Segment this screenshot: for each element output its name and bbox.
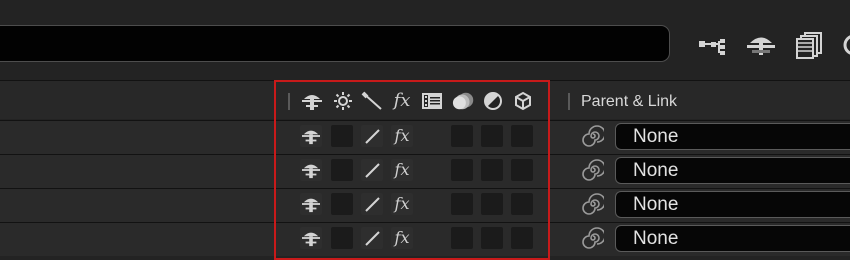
adjustment-layer-icon	[482, 90, 504, 112]
adjustment-switch[interactable]	[481, 159, 503, 181]
search-field[interactable]	[0, 25, 670, 62]
shy-switch[interactable]	[300, 227, 322, 249]
motion-blur-switch[interactable]	[451, 227, 473, 249]
parent-dropdown[interactable]: None	[615, 157, 850, 184]
3d-layer-icon	[512, 90, 534, 112]
3d-layer-switch[interactable]	[511, 193, 533, 215]
effect-switch[interactable]: fx	[391, 193, 413, 215]
effect-switch[interactable]: fx	[391, 227, 413, 249]
shy-switch[interactable]	[300, 193, 322, 215]
motion-blur-switch[interactable]	[451, 193, 473, 215]
quality-switch[interactable]	[361, 159, 383, 181]
shy-switch[interactable]	[300, 159, 322, 181]
adjustment-switch[interactable]	[481, 227, 503, 249]
3d-layer-switch[interactable]	[511, 159, 533, 181]
quality-switch[interactable]	[361, 193, 383, 215]
shy-icon	[301, 90, 323, 112]
frame-blending-icon	[421, 90, 443, 112]
parent-dropdown[interactable]: None	[615, 225, 850, 252]
pickwhip-icon[interactable]	[581, 124, 605, 148]
parent-link-header: Parent & Link	[581, 93, 678, 110]
3d-layer-switch[interactable]	[511, 227, 533, 249]
pickwhip-icon[interactable]	[581, 226, 605, 250]
collapse-switch[interactable]	[331, 125, 353, 147]
effect-switch[interactable]: fx	[391, 159, 413, 181]
column-divider[interactable]	[288, 93, 290, 110]
adjustment-switch[interactable]	[481, 125, 503, 147]
frame-blending-icon[interactable]	[792, 30, 826, 60]
shy-switch[interactable]	[300, 125, 322, 147]
collapse-transformations-icon	[332, 90, 354, 112]
search-input[interactable]	[0, 26, 669, 61]
effect-icon: fx	[393, 90, 411, 111]
shy-layers-icon[interactable]	[744, 30, 778, 60]
motion-blur-switch[interactable]	[451, 125, 473, 147]
composition-flowchart-icon[interactable]	[696, 30, 730, 60]
collapse-switch[interactable]	[331, 227, 353, 249]
quality-switch[interactable]	[361, 125, 383, 147]
effect-switch[interactable]: fx	[391, 125, 413, 147]
adjustment-switch[interactable]	[481, 193, 503, 215]
pickwhip-icon[interactable]	[581, 192, 605, 216]
quality-switch[interactable]	[361, 227, 383, 249]
parent-dropdown[interactable]: None	[615, 123, 850, 150]
motion-blur-icon	[452, 90, 476, 112]
collapse-switch[interactable]	[331, 159, 353, 181]
3d-layer-switch[interactable]	[511, 125, 533, 147]
timeline-toolbar	[0, 0, 850, 80]
parent-dropdown[interactable]: None	[615, 191, 850, 218]
quality-icon	[361, 90, 383, 112]
motion-blur-switch[interactable]	[451, 159, 473, 181]
collapse-switch[interactable]	[331, 193, 353, 215]
motion-blur-icon[interactable]	[838, 30, 850, 60]
pickwhip-icon[interactable]	[581, 158, 605, 182]
column-divider[interactable]	[568, 93, 570, 110]
